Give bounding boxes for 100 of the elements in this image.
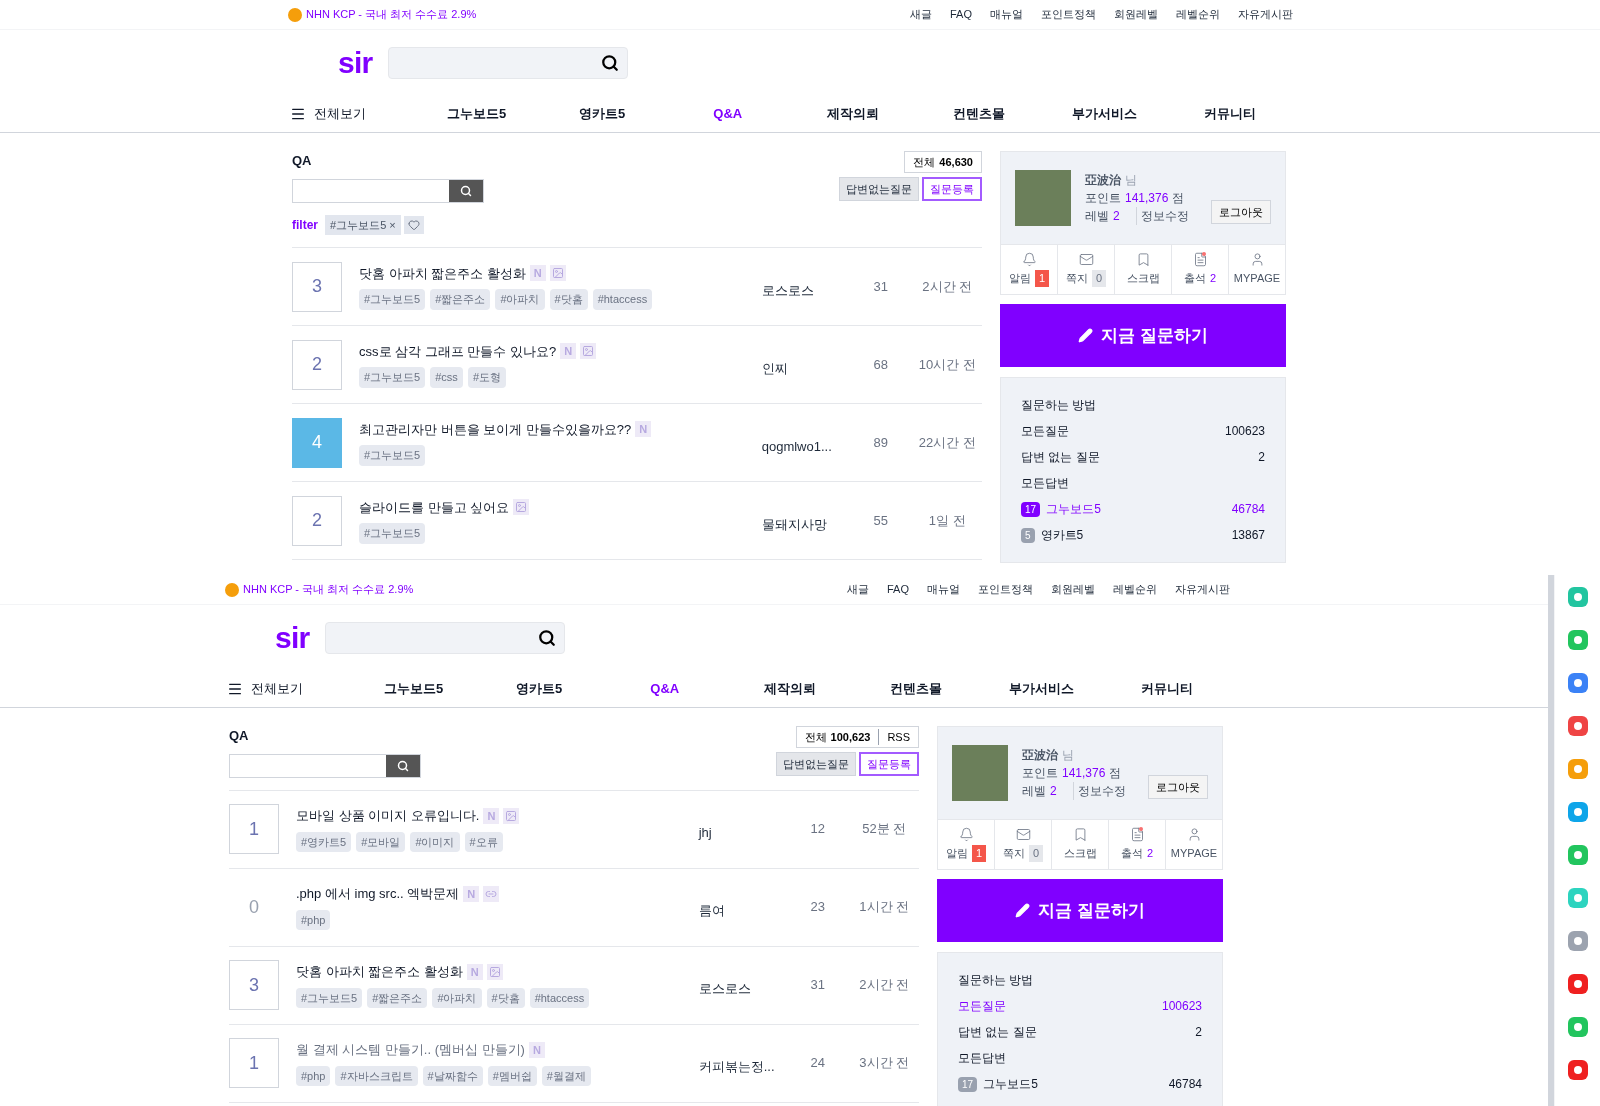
search-button[interactable] (386, 754, 420, 777)
nav-link[interactable]: 영카트5 (476, 679, 602, 699)
tag-chip[interactable]: #php (296, 909, 331, 930)
edit-profile-link[interactable]: 정보수정 (1072, 782, 1126, 800)
app-icon[interactable] (1567, 716, 1588, 736)
app-icon[interactable] (1567, 1060, 1588, 1080)
tag-chip[interactable]: #아파치 (432, 987, 482, 1008)
search-icon[interactable] (601, 54, 620, 72)
app-icon[interactable] (1567, 673, 1588, 693)
nav-link[interactable]: 제작의뢰 (790, 104, 917, 124)
stats-row[interactable]: 모든질문 100623 (958, 993, 1202, 1019)
app-icon[interactable] (1567, 931, 1588, 951)
tag-chip[interactable]: #php (296, 1065, 331, 1086)
tag-chip[interactable]: #닷홈 (549, 289, 588, 310)
search-icon[interactable] (538, 629, 557, 647)
tag-chip[interactable]: #htaccess (529, 987, 590, 1008)
post-title[interactable]: 최고관리자만 버튼을 보이게 만들수있을까요?? (359, 419, 632, 439)
ask-now-button[interactable]: 지금 질문하기 (1000, 304, 1286, 367)
nav-link[interactable]: 부가서비스 (1041, 104, 1168, 124)
nav-link[interactable]: 부가서비스 (978, 679, 1105, 699)
logout-button[interactable]: 로그아웃 (1211, 199, 1271, 225)
stats-row[interactable]: 답변 없는 질문 2 (1021, 444, 1265, 470)
unanswered-button[interactable]: 답변없는질문 (776, 752, 856, 776)
site-search-field[interactable] (325, 622, 566, 654)
post-title[interactable]: 월 결제 시스템 만들기.. (멤버십 만들기) (296, 1040, 525, 1060)
tag-chip[interactable]: #htaccess (592, 289, 653, 310)
tag-chip[interactable]: #css (430, 367, 463, 388)
nav-link[interactable]: 커뮤니티 (1104, 679, 1230, 699)
notice-link[interactable]: NHN KCP - 국내 최저 수수료 2.9% (306, 6, 477, 23)
post-title[interactable]: .php 에서 img src.. 엑박문제 (296, 884, 460, 904)
tag-chip[interactable]: #도형 (467, 367, 506, 388)
top-link[interactable]: 매뉴얼 (990, 6, 1023, 23)
tag-chip[interactable]: #짧은주소 (367, 987, 428, 1008)
ask-question-button[interactable]: 질문등록 (922, 177, 982, 201)
site-search-field[interactable] (388, 47, 629, 79)
remove-tag-button[interactable]: × (389, 218, 396, 231)
app-icon[interactable] (1567, 1017, 1588, 1037)
top-link[interactable]: 포인트정책 (978, 581, 1033, 598)
tag-chip[interactable]: #아파치 (495, 289, 545, 310)
stats-row[interactable]: 5 영카트5 13867 (1021, 522, 1265, 548)
stats-row[interactable]: 질문하는 방법 (1021, 392, 1265, 418)
nav-link[interactable]: 컨텐츠몰 (916, 104, 1042, 124)
edit-profile-link[interactable]: 정보수정 (1135, 207, 1189, 225)
nav-link[interactable]: Q&A (664, 104, 791, 124)
nav-link[interactable]: 커뮤니티 (1167, 104, 1293, 124)
top-link[interactable]: FAQ (950, 6, 972, 23)
tag-chip[interactable]: #그누보드5 (359, 445, 426, 466)
top-link[interactable]: 레벨순위 (1176, 6, 1220, 23)
ask-question-button[interactable]: 질문등록 (859, 752, 919, 776)
post-title[interactable]: 슬라이드를 만들고 싶어요 (359, 497, 510, 517)
tag-chip[interactable]: #그누보드5 (359, 523, 426, 544)
board-search-field[interactable] (229, 753, 421, 778)
filter-tag[interactable]: #그누보드5 × (325, 214, 401, 235)
post-title[interactable]: 닷홈 아파치 짧은주소 활성화 (359, 263, 526, 283)
scrollbar[interactable] (1548, 575, 1554, 1106)
post-title[interactable]: 닷홈 아파치 짧은주소 활성화 (296, 962, 463, 982)
site-logo[interactable]: sir (275, 623, 310, 653)
tag-chip[interactable]: #그누보드5 (359, 289, 426, 310)
top-link[interactable]: 자유게시판 (1238, 6, 1293, 23)
tag-chip[interactable]: #그누보드5 (296, 987, 363, 1008)
favorite-button[interactable] (403, 215, 424, 234)
tag-chip[interactable]: #오류 (464, 831, 503, 852)
app-icon[interactable] (1567, 845, 1588, 865)
top-link[interactable]: 회원레벨 (1051, 581, 1095, 598)
tag-chip[interactable]: #닷홈 (486, 987, 525, 1008)
all-menu-link[interactable]: 전체보기 (288, 104, 414, 124)
tag-chip[interactable]: #이미지 (410, 831, 460, 852)
top-link[interactable]: 레벨순위 (1113, 581, 1157, 598)
tag-chip[interactable]: #짧은주소 (430, 289, 491, 310)
nav-link[interactable]: Q&A (601, 679, 728, 699)
logout-button[interactable]: 로그아웃 (1148, 774, 1208, 800)
tag-chip[interactable]: #멤버쉽 (487, 1065, 537, 1086)
top-link[interactable]: 자유게시판 (1175, 581, 1230, 598)
nav-link[interactable]: 그누보드5 (350, 679, 477, 699)
search-button[interactable] (449, 179, 483, 202)
top-link[interactable]: 포인트정책 (1041, 6, 1096, 23)
top-link[interactable]: 회원레벨 (1114, 6, 1158, 23)
post-title[interactable]: css로 삼각 그래프 만들수 있나요? (359, 341, 557, 361)
stats-row[interactable]: 질문하는 방법 (958, 967, 1202, 993)
nav-link[interactable]: 컨텐츠몰 (853, 679, 979, 699)
top-link[interactable]: FAQ (887, 581, 909, 598)
site-logo[interactable]: sir (338, 48, 373, 78)
stats-row[interactable]: 17 그누보드5 46784 (1021, 496, 1265, 522)
nav-link[interactable]: 제작의뢰 (727, 679, 854, 699)
stats-row[interactable]: 모든답변 (958, 1045, 1202, 1071)
app-icon[interactable] (1567, 802, 1588, 822)
top-link[interactable]: 새글 (847, 581, 869, 598)
ask-now-button[interactable]: 지금 질문하기 (937, 879, 1223, 942)
tag-chip[interactable]: #그누보드5 (359, 367, 426, 388)
all-menu-link[interactable]: 전체보기 (225, 679, 351, 699)
top-link[interactable]: 매뉴얼 (927, 581, 960, 598)
app-icon[interactable] (1567, 974, 1588, 994)
stats-row[interactable]: 모든답변 (1021, 470, 1265, 496)
app-icon[interactable] (1567, 630, 1588, 650)
app-icon[interactable] (1567, 759, 1588, 779)
nav-link[interactable]: 그누보드5 (413, 104, 540, 124)
board-search-field[interactable] (292, 178, 484, 203)
rss-link[interactable]: RSS (878, 728, 910, 746)
app-icon[interactable] (1567, 587, 1588, 607)
tag-chip[interactable]: #자바스크립트 (335, 1065, 418, 1086)
